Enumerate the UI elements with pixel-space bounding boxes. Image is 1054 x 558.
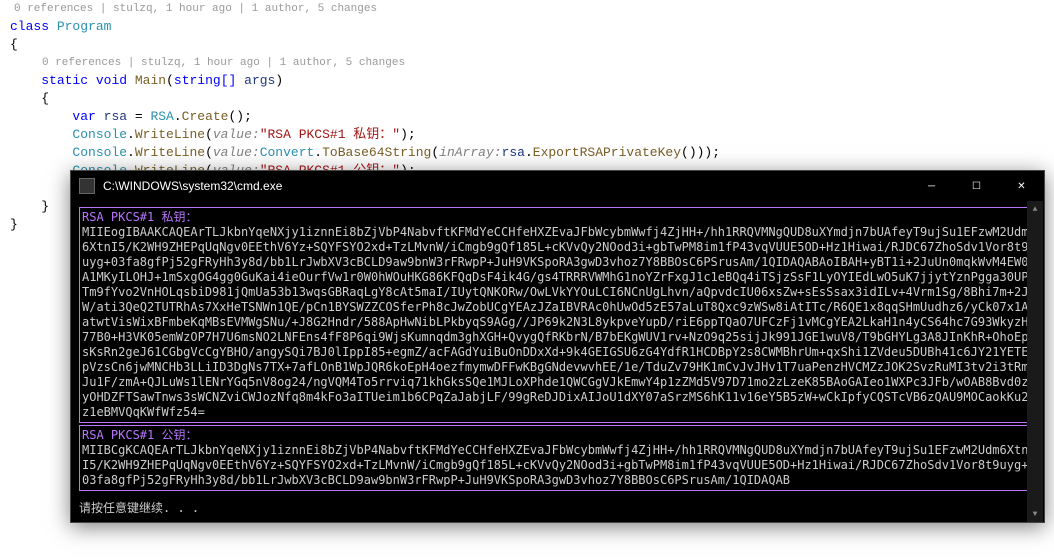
code-line[interactable]: static void Main(string[] args) — [10, 72, 1054, 90]
method-name: Main — [135, 73, 166, 88]
dot: . — [525, 145, 533, 160]
private-key-label: RSA PKCS#1 私钥： — [82, 210, 197, 224]
public-key-value: MIIBCgKCAQEArTLJkbnYqeNXjy1iznnEi8bZjVbP… — [82, 443, 1028, 487]
parens: (); — [228, 109, 251, 124]
press-any-key: 请按任意键继续. . . — [79, 499, 1036, 516]
code-line[interactable]: Console.WriteLine(value:"RSA PKCS#1 私钥："… — [10, 126, 1054, 144]
paren: ( — [166, 73, 174, 88]
class: RSA — [150, 109, 173, 124]
class: Convert — [260, 145, 315, 160]
close-button[interactable]: ✕ — [999, 171, 1044, 201]
brace: { — [10, 90, 1054, 108]
op: = — [127, 109, 150, 124]
keyword: string[] — [174, 73, 236, 88]
dot: . — [314, 145, 322, 160]
paren: ) — [275, 73, 283, 88]
class: Console — [72, 145, 127, 160]
keyword: static — [41, 73, 88, 88]
scrollbar[interactable]: ▲ ▼ — [1027, 201, 1043, 522]
keyword: var — [72, 109, 95, 124]
parens: () — [681, 145, 697, 160]
code-line[interactable]: Console.WriteLine(value:Convert.ToBase64… — [10, 144, 1054, 162]
class-name: Program — [57, 19, 112, 34]
method: WriteLine — [135, 145, 205, 160]
param-hint: inArray: — [439, 145, 501, 160]
console-window[interactable]: C:\WINDOWS\system32\cmd.exe ─ ☐ ✕ RSA PK… — [70, 170, 1045, 523]
brace: { — [41, 91, 49, 106]
private-key-block: RSA PKCS#1 私钥： MIIEogIBAAKCAQEArTLJkbnYq… — [79, 207, 1036, 423]
local: rsa — [502, 145, 525, 160]
code-line[interactable]: class Program — [10, 18, 1054, 36]
dot: . — [127, 127, 135, 142]
string: "RSA PKCS#1 私钥：" — [260, 127, 400, 142]
brace: { — [10, 36, 1054, 54]
public-key-block: RSA PKCS#1 公钥： MIIBCgKCAQEArTLJkbnYqeNXj… — [79, 425, 1036, 491]
keyword-class: class — [10, 19, 49, 34]
param-hint: value: — [213, 145, 260, 160]
minimize-button[interactable]: ─ — [909, 171, 954, 201]
param-hint: value: — [213, 127, 260, 142]
method: ExportRSAPrivateKey — [533, 145, 681, 160]
titlebar[interactable]: C:\WINDOWS\system32\cmd.exe ─ ☐ ✕ — [71, 171, 1044, 201]
param: args — [244, 73, 275, 88]
method: ToBase64String — [322, 145, 431, 160]
method: Create — [182, 109, 229, 124]
close: )); — [697, 145, 720, 160]
dot: . — [127, 145, 135, 160]
private-key-value: MIIEogIBAAKCAQEArTLJkbnYqeNXjy1iznnEi8bZ… — [82, 225, 1028, 419]
paren: ( — [205, 145, 213, 160]
local-var: rsa — [104, 109, 127, 124]
maximize-button[interactable]: ☐ — [954, 171, 999, 201]
console-body[interactable]: RSA PKCS#1 私钥： MIIEogIBAAKCAQEArTLJkbnYq… — [71, 201, 1044, 522]
codelens-method[interactable]: 0 references | stulzq, 1 hour ago | 1 au… — [10, 54, 1054, 72]
scroll-up-icon[interactable]: ▲ — [1027, 201, 1043, 217]
method: WriteLine — [135, 127, 205, 142]
cmd-icon — [79, 178, 95, 194]
close: ); — [400, 127, 416, 142]
public-key-label: RSA PKCS#1 公钥： — [82, 428, 197, 442]
brace: } — [41, 199, 49, 214]
paren: ( — [205, 127, 213, 142]
paren: ( — [431, 145, 439, 160]
scroll-down-icon[interactable]: ▼ — [1027, 506, 1043, 522]
code-line[interactable]: var rsa = RSA.Create(); — [10, 108, 1054, 126]
window-title: C:\WINDOWS\system32\cmd.exe — [103, 179, 909, 193]
dot: . — [174, 109, 182, 124]
keyword: void — [96, 73, 127, 88]
class: Console — [72, 127, 127, 142]
codelens-class[interactable]: 0 references | stulzq, 1 hour ago | 1 au… — [10, 0, 1054, 18]
